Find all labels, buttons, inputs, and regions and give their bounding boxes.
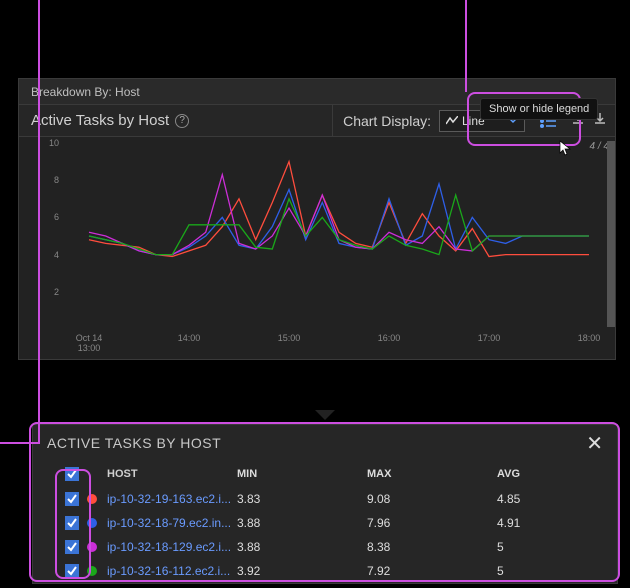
row-checkbox[interactable] — [65, 540, 79, 554]
host-link[interactable]: ip-10-32-19-163.ec2.i... — [107, 492, 237, 506]
y-tick: 10 — [49, 138, 59, 148]
table-row[interactable]: ip-10-32-19-163.ec2.i...3.839.084.85 — [33, 487, 617, 511]
row-checkbox[interactable] — [65, 492, 79, 506]
y-tick: 4 — [54, 250, 59, 260]
line-chart — [69, 143, 615, 329]
max-value: 7.92 — [367, 564, 497, 578]
breakdown-label: Breakdown By: Host — [31, 85, 140, 99]
chart-display-label: Chart Display: — [343, 113, 431, 129]
max-value: 9.08 — [367, 492, 497, 506]
series-color-dot — [87, 542, 97, 552]
max-value: 8.38 — [367, 540, 497, 554]
legend-title: ACTIVE TASKS BY HOST — [47, 435, 221, 451]
min-value: 3.88 — [237, 516, 367, 530]
legend-panel: ACTIVE TASKS BY HOST ✕ HOSTMINMAXAVG ip-1… — [32, 424, 618, 584]
y-tick: 8 — [54, 175, 59, 185]
x-tick: 15:00 — [278, 333, 301, 343]
help-icon[interactable]: ? — [175, 114, 189, 128]
cursor-icon — [559, 140, 573, 159]
col-host: HOST — [107, 468, 237, 480]
max-value: 7.96 — [367, 516, 497, 530]
select-all-checkbox[interactable] — [65, 467, 79, 481]
series-color-dot — [87, 518, 97, 528]
x-tick: 16:00 — [378, 333, 401, 343]
y-tick: 6 — [54, 212, 59, 222]
min-value: 3.83 — [237, 492, 367, 506]
table-row[interactable]: ip-10-32-18-79.ec2.in...3.887.964.91 — [33, 511, 617, 535]
avg-value: 4.85 — [497, 492, 587, 506]
col-avg: AVG — [497, 468, 587, 480]
chart-series-line — [89, 184, 589, 255]
series-color-dot — [87, 566, 97, 576]
row-checkbox[interactable] — [65, 516, 79, 530]
table-row[interactable]: ip-10-32-18-129.ec2.i...3.888.385 — [33, 535, 617, 559]
x-tick: 14:00 — [178, 333, 201, 343]
min-value: 3.92 — [237, 564, 367, 578]
close-icon[interactable]: ✕ — [586, 431, 603, 456]
col-min: MIN — [237, 468, 367, 480]
chart-area[interactable]: 4 / 4 108642 Oct 14 13:0014:0015:0016:00… — [19, 137, 615, 359]
x-tick: 17:00 — [478, 333, 501, 343]
table-row[interactable]: ip-10-32-16-112.ec2.i...3.927.925 — [33, 559, 617, 583]
host-link[interactable]: ip-10-32-18-129.ec2.i... — [107, 540, 237, 554]
col-max: MAX — [367, 468, 497, 480]
avg-value: 5 — [497, 564, 587, 578]
chart-series-line — [89, 195, 589, 255]
chart-panel: Breakdown By: Host Active Tasks by Host … — [18, 78, 616, 360]
legend-tooltip: Show or hide legend — [480, 98, 598, 120]
y-tick: 2 — [54, 287, 59, 297]
avg-value: 4.91 — [497, 516, 587, 530]
x-tick: 18:00 — [578, 333, 601, 343]
series-color-dot — [87, 494, 97, 504]
x-tick: Oct 14 13:00 — [76, 333, 103, 353]
avg-value: 5 — [497, 540, 587, 554]
host-link[interactable]: ip-10-32-16-112.ec2.i... — [107, 564, 237, 578]
row-checkbox[interactable] — [65, 564, 79, 578]
chart-title: Active Tasks by Host — [31, 112, 169, 129]
host-link[interactable]: ip-10-32-18-79.ec2.in... — [107, 516, 237, 530]
min-value: 3.88 — [237, 540, 367, 554]
